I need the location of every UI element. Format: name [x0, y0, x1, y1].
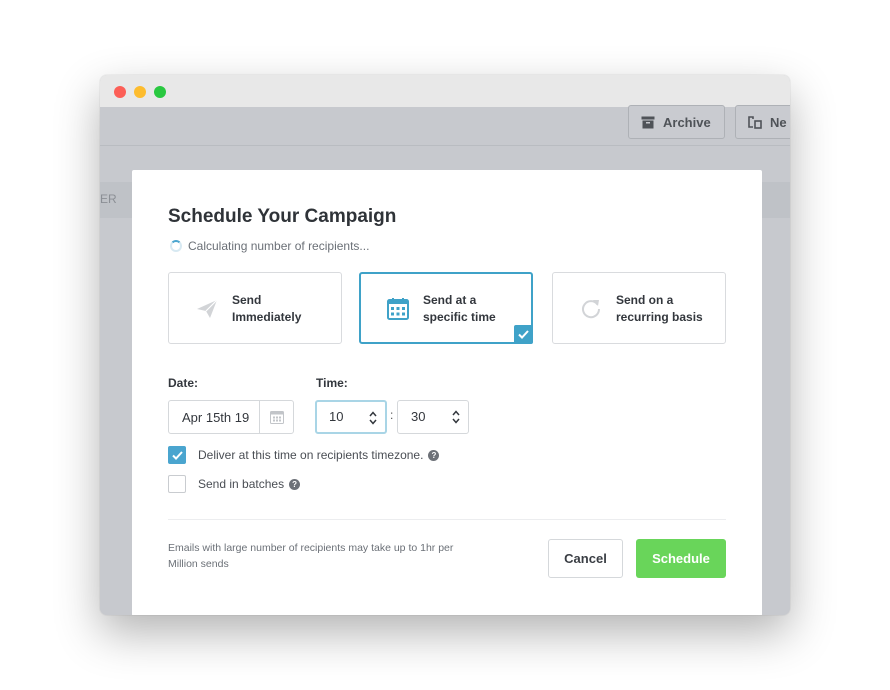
calendar-icon [386, 297, 410, 321]
column-header: ER [100, 192, 117, 206]
help-icon[interactable]: ? [289, 478, 301, 490]
minute-value: 30 [411, 409, 426, 424]
stepper-arrows-icon [452, 410, 460, 424]
minimize-window-button[interactable] [134, 86, 146, 98]
status-text: Calculating number of recipients... [188, 239, 370, 253]
send-in-batches-label: Send in batches [198, 477, 285, 491]
archive-icon [641, 116, 655, 129]
new-button[interactable]: Ne [735, 105, 790, 139]
date-picker-field[interactable]: Apr 15th 19 [168, 400, 294, 434]
toolbar-divider [100, 145, 790, 146]
zoom-window-button[interactable] [154, 86, 166, 98]
window-titlebar [100, 75, 790, 107]
app-background: Archive Ne ER Schedule Your Campaign Cal… [100, 105, 790, 615]
calendar-picker-icon[interactable] [259, 401, 294, 433]
paper-plane-icon [195, 297, 219, 321]
option-send-immediately[interactable]: Send Immediately [168, 272, 342, 344]
hour-value: 10 [329, 409, 344, 424]
help-icon[interactable]: ? [428, 449, 440, 461]
selected-check-icon [514, 325, 533, 344]
deliver-timezone-checkbox[interactable] [168, 446, 186, 464]
archive-label: Archive [663, 114, 711, 130]
option-label: Send at a specific time [423, 293, 496, 324]
close-window-button[interactable] [114, 86, 126, 98]
schedule-campaign-modal: Schedule Your Campaign Calculating numbe… [132, 170, 762, 615]
deliver-timezone-option: Deliver at this time on recipients timez… [198, 448, 440, 462]
deliver-timezone-label: Deliver at this time on recipients timez… [198, 448, 424, 462]
modal-title: Schedule Your Campaign [168, 206, 397, 227]
minute-select[interactable]: 30 [397, 400, 469, 434]
archive-button[interactable]: Archive [628, 105, 725, 139]
date-label: Date: [168, 376, 199, 390]
option-send-specific-time[interactable]: Send at a specific time [359, 272, 533, 344]
footer-note: Emails with large number of recipients m… [168, 542, 454, 570]
stepper-arrows-icon [369, 411, 377, 425]
send-in-batches-checkbox[interactable] [168, 475, 186, 493]
new-folder-icon [748, 115, 762, 129]
option-label: Send Immediately [232, 293, 302, 324]
footer-divider [168, 519, 726, 520]
send-in-batches-option: Send in batches ? [198, 477, 301, 491]
date-value: Apr 15th 19 [182, 410, 250, 425]
recipient-count-status: Calculating number of recipients... [170, 239, 369, 253]
hour-select[interactable]: 10 [315, 400, 387, 434]
option-send-recurring[interactable]: Send on a recurring basis [552, 272, 726, 344]
refresh-icon [579, 297, 603, 321]
time-label: Time: [316, 376, 348, 390]
app-window: Archive Ne ER Schedule Your Campaign Cal… [100, 75, 790, 615]
cancel-button[interactable]: Cancel [548, 539, 623, 578]
loading-spinner-icon [170, 240, 182, 252]
time-separator: : [390, 408, 394, 422]
schedule-button[interactable]: Schedule [636, 539, 726, 578]
new-label: Ne [770, 114, 787, 130]
checkmark-icon [171, 450, 183, 460]
option-label: Send on a recurring basis [616, 293, 703, 324]
